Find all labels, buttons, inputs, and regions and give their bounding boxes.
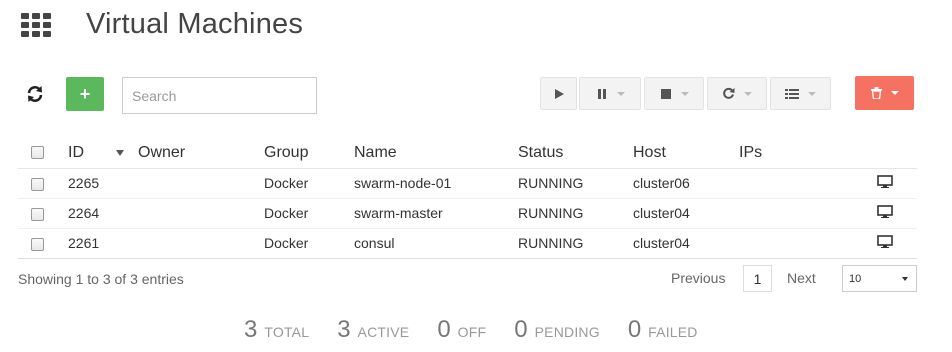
stat-value: 3 bbox=[337, 316, 351, 343]
stat-label: FAILED bbox=[648, 324, 698, 340]
row-checkbox[interactable] bbox=[31, 237, 44, 251]
refresh-button[interactable] bbox=[18, 77, 52, 111]
page-size-value: 10 bbox=[849, 272, 862, 285]
vm-name: consul bbox=[354, 228, 518, 259]
plus-icon: + bbox=[79, 83, 91, 104]
column-header-name[interactable]: Name bbox=[354, 138, 518, 169]
vm-id: 2265 bbox=[68, 168, 138, 199]
reboot-button[interactable] bbox=[707, 77, 767, 110]
trash-icon bbox=[870, 87, 882, 99]
stat-value: 3 bbox=[244, 316, 258, 343]
stat-active: 3 ACTIVE bbox=[337, 316, 409, 344]
stat-pending: 0 PENDING bbox=[514, 316, 600, 344]
add-vm-button[interactable]: + bbox=[66, 77, 104, 111]
vm-stats: 3 TOTAL 3 ACTIVE 0 OFF 0 PENDING 0 FAILED bbox=[244, 316, 726, 344]
stat-value: 0 bbox=[627, 316, 642, 343]
search-input[interactable] bbox=[122, 77, 317, 114]
vm-owner bbox=[138, 168, 264, 199]
vm-table: ID Owner Group Name Status Host IPs 2265… bbox=[18, 138, 917, 259]
vnc-console-icon[interactable] bbox=[877, 205, 893, 218]
stop-button[interactable] bbox=[644, 77, 704, 110]
stop-icon bbox=[660, 88, 671, 99]
pause-button[interactable] bbox=[579, 77, 641, 110]
stat-label: ACTIVE bbox=[357, 324, 410, 340]
stat-value: 0 bbox=[514, 316, 528, 343]
table-row[interactable]: 2265 Docker swarm-node-01 RUNNING cluste… bbox=[18, 168, 917, 199]
vm-host: cluster06 bbox=[633, 168, 739, 199]
table-row[interactable]: 2261 Docker consul RUNNING cluster04 bbox=[18, 228, 917, 259]
vm-owner bbox=[138, 228, 264, 259]
vm-id: 2264 bbox=[68, 198, 138, 229]
stat-label: OFF bbox=[457, 324, 487, 340]
vnc-console-icon[interactable] bbox=[877, 175, 893, 188]
vm-status: RUNNING bbox=[518, 198, 633, 229]
apps-grid-icon[interactable] bbox=[21, 13, 53, 39]
delete-button[interactable] bbox=[855, 76, 914, 110]
sort-desc-icon bbox=[116, 149, 124, 156]
vm-status: RUNNING bbox=[518, 228, 633, 259]
chevron-down-icon bbox=[902, 276, 908, 281]
reboot-icon bbox=[723, 87, 735, 99]
chevron-down-icon bbox=[744, 91, 752, 96]
vm-ips bbox=[739, 228, 859, 259]
vm-group: Docker bbox=[264, 228, 354, 259]
stat-off: 0 OFF bbox=[437, 316, 486, 344]
vm-status: RUNNING bbox=[518, 168, 633, 199]
previous-page-link[interactable]: Previous bbox=[671, 270, 725, 286]
vm-name: swarm-master bbox=[354, 198, 518, 229]
stat-label: PENDING bbox=[534, 324, 600, 340]
select-all-checkbox[interactable] bbox=[31, 146, 44, 160]
stat-value: 0 bbox=[437, 316, 451, 343]
page-title: Virtual Machines bbox=[86, 8, 304, 40]
table-header-row: ID Owner Group Name Status Host IPs bbox=[18, 138, 917, 169]
vm-ips bbox=[739, 198, 859, 229]
list-icon bbox=[785, 88, 799, 99]
entries-info: Showing 1 to 3 of 3 entries bbox=[18, 271, 184, 287]
table-row[interactable]: 2264 Docker swarm-master RUNNING cluster… bbox=[18, 198, 917, 229]
chevron-down-icon bbox=[616, 91, 625, 96]
refresh-icon bbox=[27, 86, 43, 102]
stat-failed: 0 FAILED bbox=[628, 316, 698, 344]
vm-name: swarm-node-01 bbox=[354, 168, 518, 199]
pause-icon bbox=[597, 88, 606, 99]
row-checkbox[interactable] bbox=[31, 177, 44, 191]
chevron-down-icon bbox=[890, 91, 899, 95]
next-page-link[interactable]: Next bbox=[787, 270, 816, 286]
vm-owner bbox=[138, 198, 264, 229]
column-header-host[interactable]: Host bbox=[633, 138, 739, 169]
column-header-group[interactable]: Group bbox=[264, 138, 354, 169]
row-checkbox[interactable] bbox=[31, 207, 44, 221]
vm-group: Docker bbox=[264, 198, 354, 229]
column-header-status[interactable]: Status bbox=[518, 138, 633, 169]
more-actions-button[interactable] bbox=[770, 77, 831, 110]
vm-host: cluster04 bbox=[633, 228, 739, 259]
column-header-owner[interactable]: Owner bbox=[138, 138, 264, 169]
play-icon bbox=[554, 88, 564, 99]
vm-group: Docker bbox=[264, 168, 354, 199]
vnc-console-icon[interactable] bbox=[877, 235, 893, 248]
vm-host: cluster04 bbox=[633, 198, 739, 229]
page-size-select[interactable]: 10 bbox=[842, 265, 917, 292]
chevron-down-icon bbox=[808, 91, 816, 96]
chevron-down-icon bbox=[680, 91, 689, 96]
column-header-id[interactable]: ID bbox=[68, 138, 138, 169]
current-page-button[interactable]: 1 bbox=[743, 265, 772, 292]
stat-total: 3 TOTAL bbox=[244, 316, 309, 344]
column-header-ips[interactable]: IPs bbox=[739, 138, 859, 169]
play-button[interactable] bbox=[540, 77, 577, 110]
vm-id: 2261 bbox=[68, 228, 138, 259]
vm-ips bbox=[739, 168, 859, 199]
stat-label: TOTAL bbox=[264, 324, 310, 340]
